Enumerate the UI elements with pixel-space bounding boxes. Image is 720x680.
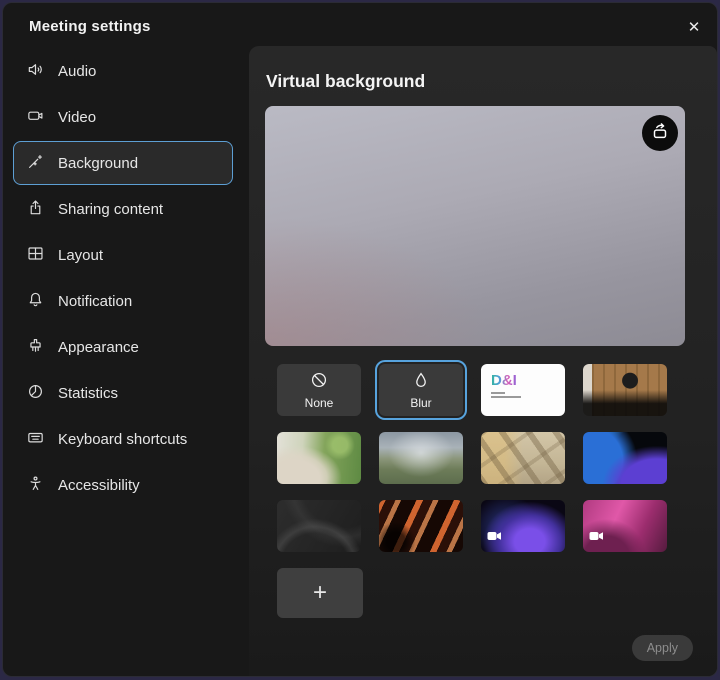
close-icon: ✕ xyxy=(688,18,701,36)
sidebar-item-label: Sharing content xyxy=(58,201,163,218)
speaker-icon xyxy=(26,60,45,83)
virtual-background-panel: Virtual background None Blur D&I xyxy=(249,46,717,676)
person-icon xyxy=(26,474,45,497)
paintbrush-icon xyxy=(26,336,45,359)
panel-title: Virtual background xyxy=(266,71,425,92)
flip-camera-button[interactable] xyxy=(642,115,678,151)
background-option-none[interactable]: None xyxy=(277,364,361,416)
background-option-lava[interactable] xyxy=(379,500,463,552)
prohibition-icon xyxy=(309,370,329,395)
background-option-mountains[interactable] xyxy=(379,432,463,484)
flip-camera-icon xyxy=(649,120,671,147)
sidebar-item-label: Video xyxy=(58,109,96,126)
background-option-window-light[interactable] xyxy=(481,432,565,484)
bell-icon xyxy=(26,290,45,313)
background-option-couch-garden[interactable] xyxy=(277,432,361,484)
donut-chart-icon xyxy=(26,382,45,405)
background-option-office[interactable] xyxy=(583,364,667,416)
add-background-button[interactable]: + xyxy=(277,568,363,618)
dni-tagline-lines xyxy=(491,392,521,400)
settings-sidebar: Audio Video Background Sharing content L… xyxy=(3,47,249,509)
sidebar-item-label: Background xyxy=(58,155,138,172)
sidebar-item-background[interactable]: Background xyxy=(13,141,233,185)
sidebar-item-label: Appearance xyxy=(58,339,139,356)
keyboard-icon xyxy=(26,428,45,451)
sidebar-item-video[interactable]: Video xyxy=(13,95,233,139)
tile-label: None xyxy=(305,396,334,410)
grid-icon xyxy=(26,244,45,267)
share-icon xyxy=(26,198,45,221)
sidebar-item-keyboard-shortcuts[interactable]: Keyboard shortcuts xyxy=(13,417,233,461)
background-option-blur[interactable]: Blur xyxy=(379,364,463,416)
droplet-icon xyxy=(411,370,431,395)
background-option-pink-abstract[interactable] xyxy=(583,500,667,552)
apply-button[interactable]: Apply xyxy=(632,635,693,661)
dni-logo-text: D&I xyxy=(491,373,517,388)
sidebar-item-label: Statistics xyxy=(58,385,118,402)
magic-wand-icon xyxy=(26,152,45,175)
sidebar-item-accessibility[interactable]: Accessibility xyxy=(13,463,233,507)
sidebar-item-label: Layout xyxy=(58,247,103,264)
sidebar-item-notification[interactable]: Notification xyxy=(13,279,233,323)
plus-icon: + xyxy=(313,579,327,607)
sidebar-item-appearance[interactable]: Appearance xyxy=(13,325,233,369)
sidebar-item-statistics[interactable]: Statistics xyxy=(13,371,233,415)
sidebar-item-sharing-content[interactable]: Sharing content xyxy=(13,187,233,231)
camera-badge-icon xyxy=(487,528,502,546)
background-option-blue-abstract[interactable] xyxy=(583,432,667,484)
camera-preview xyxy=(265,106,685,346)
sidebar-item-layout[interactable]: Layout xyxy=(13,233,233,277)
background-option-dni[interactable]: D&I xyxy=(481,364,565,416)
meeting-settings-dialog: Meeting settings ✕ Audio Video Backgroun… xyxy=(2,2,718,677)
background-options-grid: None Blur D&I xyxy=(277,364,667,552)
background-option-purple-gradient[interactable] xyxy=(481,500,565,552)
camera-badge-icon xyxy=(589,528,604,546)
sidebar-item-label: Keyboard shortcuts xyxy=(58,431,187,448)
dialog-title: Meeting settings xyxy=(29,18,151,35)
sidebar-item-label: Accessibility xyxy=(58,477,140,494)
background-option-gray-swirl[interactable] xyxy=(277,500,361,552)
sidebar-item-label: Audio xyxy=(58,63,96,80)
tile-label: Blur xyxy=(410,396,431,410)
sidebar-item-label: Notification xyxy=(58,293,132,310)
close-button[interactable]: ✕ xyxy=(681,14,707,40)
camera-icon xyxy=(26,106,45,129)
sidebar-item-audio[interactable]: Audio xyxy=(13,49,233,93)
